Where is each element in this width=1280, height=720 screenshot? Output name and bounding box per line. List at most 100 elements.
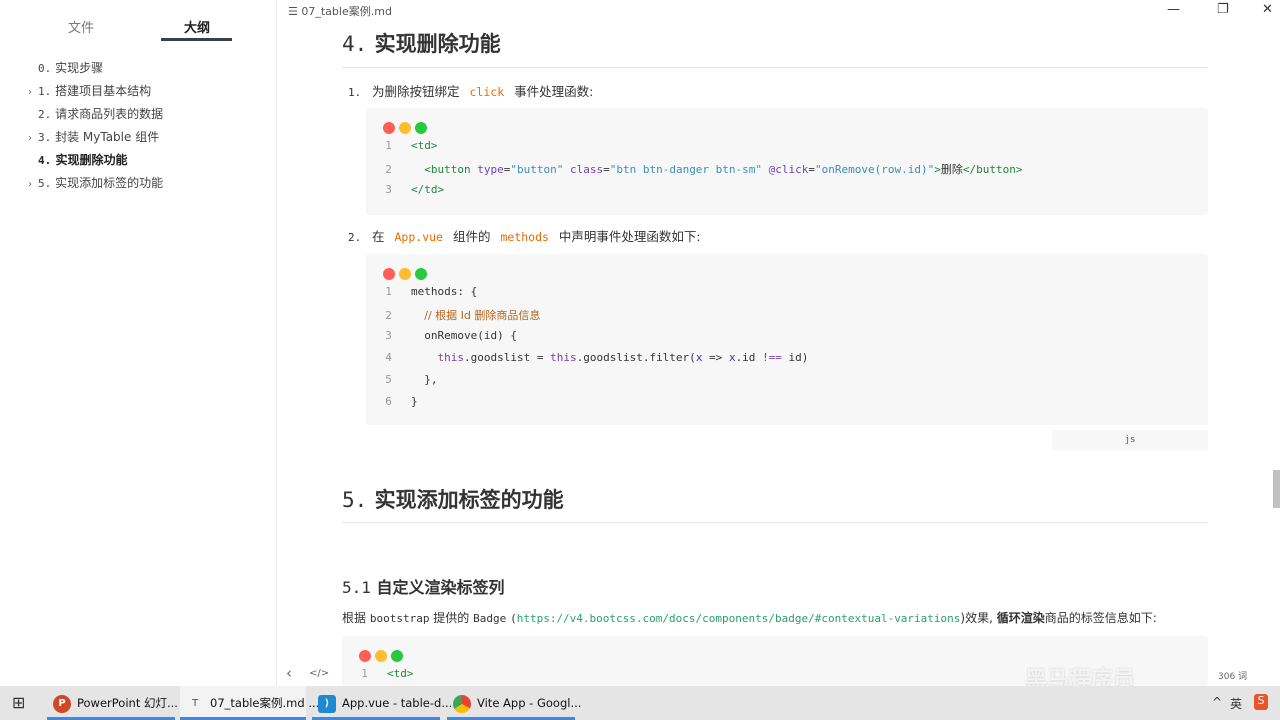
code-token: methods: { xyxy=(411,285,478,298)
code-token: 删除 xyxy=(940,163,963,176)
code-token: .goodslist = xyxy=(464,351,551,364)
paragraph: 根据 bootstrap 提供的 Badge (https://v4.bootc… xyxy=(342,611,1157,625)
line-number: 1 xyxy=(385,285,392,298)
code-line: 2 <button type="button" class="btn btn-d… xyxy=(366,161,1022,177)
sogou-icon[interactable]: S xyxy=(1254,694,1268,710)
outline-item[interactable]: 0. 实现步骤 xyxy=(28,59,103,76)
ime-icon[interactable]: 英 xyxy=(1230,695,1242,712)
line-number: 5 xyxy=(385,373,392,386)
divider xyxy=(342,67,1208,68)
code-token: class xyxy=(569,163,604,176)
sidebar: 文件 大纲 0. 实现步骤 › 1. 搭建项目基本结构 2. 请求商品列表的数据 › 3.… xyxy=(0,0,277,686)
heading-5: 5. 实现添加标签的功能 xyxy=(342,488,564,512)
green-dot-icon xyxy=(415,122,427,134)
code-token: "onRemove(row.id)" xyxy=(815,163,935,176)
code-token: this xyxy=(550,351,577,364)
scrollbar-thumb[interactable] xyxy=(1273,470,1280,508)
taskbar-chrome[interactable]: Vite App - Googl... xyxy=(447,686,581,720)
outline-item[interactable]: › 5. 实现添加标签的功能 xyxy=(28,174,163,191)
outline-item[interactable]: 2. 请求商品列表的数据 xyxy=(28,105,163,122)
line-number: 1 xyxy=(361,667,368,680)
code-token: "btn btn-danger btn-sm" xyxy=(609,163,763,176)
taskbar: ⊞ P PowerPoint 幻灯... T 07_table案例.md ... ⟩… xyxy=(0,686,1280,720)
line-number: 1 xyxy=(385,139,392,152)
badge-docs-link[interactable]: https://v4.bootcss.com/docs/components/b… xyxy=(517,612,961,625)
heading-5-1: 5.1 自定义渲染标签列 xyxy=(342,578,505,597)
line-number: 3 xyxy=(385,183,392,196)
code-token: this xyxy=(437,351,465,364)
divider xyxy=(342,522,1208,523)
tab-outline[interactable]: 大纲 xyxy=(184,17,210,36)
outline-item[interactable]: › 3. 封装 MyTable 组件 xyxy=(28,128,159,145)
typora-icon: T xyxy=(191,697,199,709)
code-token: <td> xyxy=(387,667,414,680)
chevron-right-icon[interactable]: › xyxy=(28,133,38,144)
code-token: }, xyxy=(411,373,438,386)
code-token: <td> xyxy=(411,139,438,152)
word-count[interactable]: 306 词 xyxy=(1218,669,1247,682)
code-line: 3 </td> xyxy=(366,183,444,196)
list-item-step1: 1. 为删除按钮绑定 click 事件处理函数: xyxy=(348,84,594,99)
window-dots xyxy=(383,119,431,138)
code-token: .goodslist.filter( xyxy=(576,351,696,364)
code-block-1[interactable]: 1 <td> 2 <button type="button" class="btn … xyxy=(366,108,1208,215)
window-dots xyxy=(359,647,407,666)
green-dot-icon xyxy=(415,268,427,280)
code-language-select[interactable]: js xyxy=(1052,430,1208,450)
code-token: // 根据 Id 删除商品信息 xyxy=(424,309,541,322)
source-mode-icon[interactable]: </> xyxy=(309,668,329,679)
taskbar-powerpoint[interactable]: P PowerPoint 幻灯... xyxy=(47,686,178,720)
red-dot-icon xyxy=(383,122,395,134)
code-line: 6} xyxy=(366,395,417,408)
line-number: 4 xyxy=(385,351,392,364)
code-token: .id xyxy=(735,351,763,364)
code-token: onRemove(id) { xyxy=(411,329,517,342)
code-block-2[interactable]: 1 methods: { 2 // 根据 Id 删除商品信息 3 onRemove(i… xyxy=(366,254,1208,425)
code-line: 2 // 根据 Id 删除商品信息 xyxy=(366,307,540,323)
heading-4: 4. 实现删除功能 xyxy=(342,32,501,56)
code-token: !== xyxy=(762,351,782,364)
red-dot-icon xyxy=(359,650,371,662)
taskbar-vscode[interactable]: ⟩ App.vue - table-d... xyxy=(312,686,452,720)
code-token: type xyxy=(477,163,504,176)
code-line: 5 }, xyxy=(366,373,438,386)
filename: 07_table案例.md xyxy=(301,5,392,18)
line-number: 3 xyxy=(385,329,392,342)
code-line: 3 onRemove(id) { xyxy=(366,329,517,342)
code-line: 1 methods: { xyxy=(366,285,477,298)
line-number: 2 xyxy=(385,163,392,176)
code-token: @click xyxy=(768,163,809,176)
chevron-right-icon[interactable]: › xyxy=(28,179,38,190)
close-button[interactable]: ✕ xyxy=(1262,2,1273,17)
window-dots xyxy=(383,265,431,284)
maximize-button[interactable]: ❐ xyxy=(1217,2,1229,17)
line-number: 6 xyxy=(385,395,392,408)
windows-start-icon[interactable]: ⊞ xyxy=(12,693,25,712)
minimize-button[interactable]: — xyxy=(1167,2,1180,17)
toggle-sidebar-icon[interactable]: ‹ xyxy=(286,664,292,682)
code-token: id) xyxy=(781,351,809,364)
line-number: 2 xyxy=(385,309,392,322)
green-dot-icon xyxy=(391,650,403,662)
chevron-right-icon[interactable]: › xyxy=(28,87,38,98)
tab-files[interactable]: 文件 xyxy=(68,17,94,36)
outline-item[interactable]: › 1. 搭建项目基本结构 xyxy=(28,82,151,99)
code-token: </td> xyxy=(411,183,445,196)
tray-chevron-icon[interactable]: ^ xyxy=(1212,695,1222,709)
list-item-step2: 2. 在 App.vue 组件的 methods 中声明事件处理函数如下: xyxy=(348,229,701,244)
code-line: 4 this.goodslist = this.goodslist.filter… xyxy=(366,351,808,364)
yellow-dot-icon xyxy=(375,650,387,662)
menu-icon[interactable]: ☰ xyxy=(288,5,298,18)
code-token: => xyxy=(702,351,729,364)
code-token: x xyxy=(728,351,736,364)
outline-item[interactable]: 4. 实现删除功能 xyxy=(28,151,127,168)
code-token: "button" xyxy=(510,163,564,176)
taskbar-typora[interactable]: T 07_table案例.md ... xyxy=(180,686,319,720)
yellow-dot-icon xyxy=(399,268,411,280)
vscode-icon: ⟩ xyxy=(318,694,336,713)
